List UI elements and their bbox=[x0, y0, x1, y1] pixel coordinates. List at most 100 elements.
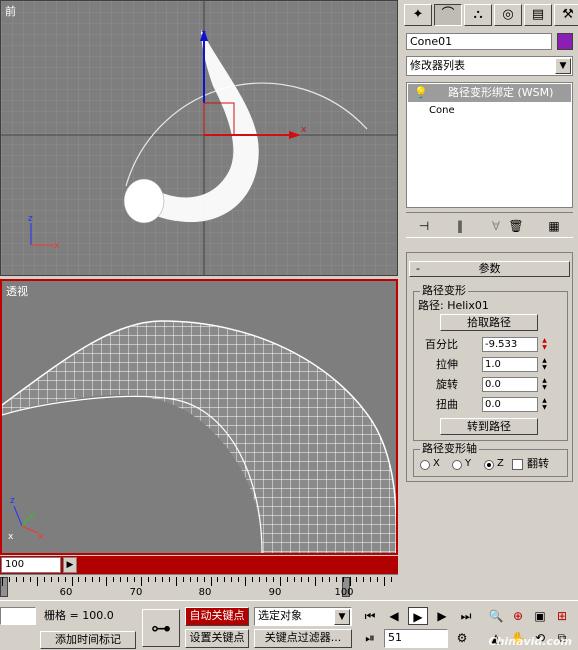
go-to-end-icon[interactable]: ⏭ bbox=[456, 607, 476, 625]
lightbulb-icon[interactable]: 💡 bbox=[414, 84, 428, 102]
ruler-tick bbox=[203, 577, 205, 582]
configure-modifier-sets-icon[interactable]: ▦ bbox=[544, 217, 564, 235]
ruler-tick bbox=[349, 577, 351, 586]
ruler-tick bbox=[238, 577, 240, 582]
ruler-tick bbox=[286, 577, 288, 582]
next-frame-button[interactable]: ▶ bbox=[63, 557, 77, 573]
ruler-tick bbox=[43, 577, 45, 582]
rotation-spinner[interactable]: 0.0 bbox=[482, 377, 538, 392]
move-to-path-button[interactable]: 转到路径 bbox=[440, 418, 538, 435]
zoom-extents-all-icon[interactable]: ⊞ bbox=[552, 607, 572, 625]
ruler-tick bbox=[8, 577, 10, 582]
current-frame-field[interactable]: 51 bbox=[384, 629, 448, 648]
ruler-tick bbox=[36, 577, 38, 586]
ruler-tick bbox=[71, 577, 73, 586]
ruler-tick bbox=[22, 577, 24, 582]
frame-counter[interactable]: 100 bbox=[1, 557, 61, 573]
ruler-tick bbox=[134, 577, 136, 582]
svg-text:x: x bbox=[8, 532, 14, 542]
command-panel-tabs: ✦ ⌒ ⛬ ◎ ▤ ⚒ bbox=[402, 2, 578, 28]
chevron-down-icon[interactable]: ▼ bbox=[555, 58, 571, 74]
ruler-tick bbox=[217, 577, 219, 582]
stack-item-cone[interactable]: Cone bbox=[429, 105, 455, 116]
ruler-tick bbox=[182, 577, 184, 582]
time-config-icon[interactable]: ⚙ bbox=[452, 629, 472, 647]
zoom-icon[interactable]: 🔍 bbox=[486, 607, 506, 625]
ruler-tick bbox=[384, 577, 386, 586]
modifier-list-label: 修改器列表 bbox=[410, 59, 465, 72]
go-to-start-icon[interactable]: ⏮ bbox=[360, 607, 380, 625]
parameters-rollout: - 参数 路径变形 路径: Helix01 拾取路径 百分比 -9.533 ▲ ▼… bbox=[406, 252, 573, 482]
next-frame-icon[interactable]: ▶ bbox=[432, 607, 452, 625]
modify-tab-icon[interactable]: ⌒ bbox=[434, 4, 462, 26]
front-viewport[interactable]: x z z x 前 bbox=[0, 0, 398, 276]
create-tab-icon[interactable]: ✦ bbox=[404, 4, 432, 26]
axis-z-radio[interactable] bbox=[484, 460, 494, 470]
remove-modifier-icon[interactable]: 🗑 bbox=[506, 217, 526, 235]
ruler-tick bbox=[50, 577, 52, 582]
ruler-tick bbox=[196, 577, 198, 582]
auto-key-button[interactable]: 自动关键点 bbox=[185, 607, 249, 626]
axis-x-radio[interactable] bbox=[420, 460, 430, 470]
perspective-viewport-label[interactable]: 透视 bbox=[6, 283, 28, 299]
ruler-tick bbox=[15, 577, 17, 582]
tick-label: 80 bbox=[198, 587, 212, 598]
axis-y-label: Y bbox=[465, 458, 472, 469]
zoom-extents-icon[interactable]: ▣ bbox=[530, 607, 550, 625]
twist-spinner-arrows[interactable]: ▲ ▼ bbox=[540, 397, 549, 412]
collapse-icon[interactable]: - bbox=[416, 262, 420, 276]
chevron-down-icon[interactable]: ▼ bbox=[334, 609, 350, 625]
pin-stack-icon[interactable]: ⊣ bbox=[414, 217, 434, 235]
stack-item-pathdeform[interactable]: 💡 路径变形绑定 (WSM) bbox=[408, 84, 571, 102]
twist-spinner[interactable]: 0.0 bbox=[482, 397, 538, 412]
stretch-spinner[interactable]: 1.0 bbox=[482, 357, 538, 372]
zoom-all-icon[interactable]: ⊕ bbox=[508, 607, 528, 625]
set-key-button[interactable]: 设置关键点 bbox=[185, 629, 249, 648]
key-mode-icon[interactable]: ⊶ bbox=[142, 609, 180, 647]
ruler-tick bbox=[113, 577, 115, 582]
show-end-result-icon[interactable]: ‖ bbox=[450, 217, 470, 235]
coordinate-field[interactable] bbox=[0, 607, 36, 625]
motion-tab-icon[interactable]: ◎ bbox=[494, 4, 522, 26]
stretch-spinner-arrows[interactable]: ▲ ▼ bbox=[540, 357, 549, 372]
front-viewport-label[interactable]: 前 bbox=[5, 3, 16, 19]
key-filters-button[interactable]: 关键点过滤器... bbox=[254, 629, 352, 648]
object-name-field[interactable]: Cone01 bbox=[406, 33, 552, 50]
track-bar[interactable]: 60 70 80 90 100 bbox=[0, 574, 398, 600]
path-name-label: 路径: Helix01 bbox=[418, 299, 489, 312]
ruler-tick bbox=[259, 577, 261, 582]
svg-text:z: z bbox=[10, 496, 15, 506]
make-unique-icon[interactable]: ∀ bbox=[486, 217, 506, 235]
axis-y-radio[interactable] bbox=[452, 460, 462, 470]
time-slider-bar[interactable]: 100 ▶ bbox=[0, 556, 398, 574]
utilities-tab-icon[interactable]: ⚒ bbox=[554, 4, 578, 26]
perspective-viewport[interactable]: z x x 透视 bbox=[0, 279, 398, 555]
ruler-tick bbox=[321, 577, 323, 582]
ruler-tick bbox=[189, 577, 191, 582]
ruler-tick bbox=[99, 577, 101, 582]
display-tab-icon[interactable]: ▤ bbox=[524, 4, 552, 26]
previous-frame-icon[interactable]: ◀ bbox=[384, 607, 404, 625]
rotation-spinner-arrows[interactable]: ▲ ▼ bbox=[540, 377, 549, 392]
ruler-tick bbox=[2, 577, 3, 586]
ruler-tick bbox=[335, 577, 337, 582]
flip-checkbox[interactable] bbox=[512, 459, 523, 470]
percent-spinner[interactable]: -9.533 bbox=[482, 337, 538, 352]
group-title: 路径变形 bbox=[420, 284, 468, 298]
modifier-stack[interactable]: 💡 路径变形绑定 (WSM) Cone bbox=[406, 82, 573, 208]
add-time-tag-button[interactable]: 添加时间标记 bbox=[40, 631, 136, 649]
status-bar: 栅格 = 100.0 添加时间标记 ⊶ 自动关键点 设置关键点 选定对象 ▼ 关… bbox=[0, 600, 578, 650]
selected-object-dropdown[interactable]: 选定对象 ▼ bbox=[254, 607, 352, 626]
percent-spinner-arrows[interactable]: ▲ ▼ bbox=[540, 337, 549, 352]
object-color-swatch[interactable] bbox=[557, 33, 573, 50]
modifier-list-dropdown[interactable]: 修改器列表 ▼ bbox=[406, 56, 573, 76]
pick-path-button[interactable]: 拾取路径 bbox=[440, 314, 538, 331]
play-icon[interactable]: ▶ bbox=[408, 607, 428, 625]
rollout-header[interactable]: - 参数 bbox=[409, 261, 570, 277]
key-mode-toggle-icon[interactable]: ⏯ bbox=[360, 629, 380, 647]
ruler-tick bbox=[273, 577, 275, 582]
rotation-label: 旋转 bbox=[436, 378, 458, 391]
ruler-tick bbox=[356, 577, 358, 582]
ruler-tick bbox=[106, 577, 108, 586]
hierarchy-tab-icon[interactable]: ⛬ bbox=[464, 4, 492, 26]
